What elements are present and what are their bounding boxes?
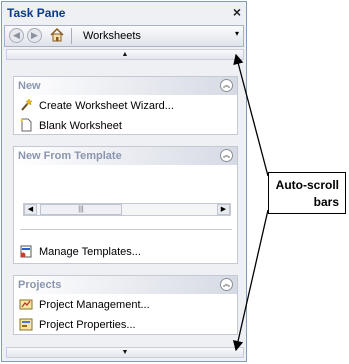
template-horizontal-scrollbar[interactable]: ◀ ||| ▶: [23, 203, 231, 216]
section-title: Projects: [18, 279, 62, 291]
task-pane: Task Pane × ◀ ▶ Worksheets ▾ ▲ New ︽ Cre…: [1, 1, 247, 362]
section-header[interactable]: New ︽: [14, 77, 237, 95]
section-header[interactable]: Projects ︽: [14, 276, 237, 294]
collapse-chevron-icon[interactable]: ︽: [220, 278, 233, 291]
section-new-from-template: New From Template ︽ ◀ ||| ▶ Manage Templ…: [13, 146, 238, 264]
section-new: New ︽ Create Worksheet Wizard... Blank W…: [13, 76, 238, 135]
item-label: Manage Templates...: [39, 246, 141, 258]
task-pane-navbar: ◀ ▶ Worksheets ▾: [4, 25, 244, 47]
section-projects: Projects ︽ Project Management... Project…: [13, 275, 238, 335]
task-pane-title: Task Pane: [7, 6, 66, 20]
scroll-left-icon[interactable]: ◀: [24, 204, 37, 215]
item-label: Project Properties...: [39, 319, 136, 331]
home-icon[interactable]: [49, 27, 65, 43]
nav-separator: [71, 28, 72, 44]
blank-document-icon: [19, 118, 33, 132]
wizard-wand-icon: [19, 98, 33, 112]
section-header[interactable]: New From Template ︽: [14, 147, 237, 165]
collapse-chevron-icon[interactable]: ︽: [220, 79, 233, 92]
auto-scroll-up-bar[interactable]: ▲: [6, 49, 244, 60]
callout-line-1: Auto-scroll: [275, 178, 339, 192]
forward-arrow-icon[interactable]: ▶: [27, 28, 42, 43]
task-pane-view-selector[interactable]: Worksheets: [83, 30, 141, 42]
item-label: Project Management...: [39, 299, 150, 311]
manage-templates-icon: [19, 244, 33, 258]
scroll-right-icon[interactable]: ▶: [217, 204, 230, 215]
item-label: Blank Worksheet: [39, 120, 122, 132]
chevron-down-icon[interactable]: ▾: [235, 29, 239, 38]
section-divider: [20, 229, 232, 230]
project-management-icon: [19, 297, 33, 311]
auto-scroll-callout: Auto-scroll bars: [268, 172, 346, 214]
back-arrow-icon[interactable]: ◀: [9, 28, 24, 43]
collapse-chevron-icon[interactable]: ︽: [220, 149, 233, 162]
close-icon[interactable]: ×: [233, 4, 241, 20]
scrollbar-thumb[interactable]: |||: [40, 204, 122, 215]
auto-scroll-down-bar[interactable]: ▼: [6, 347, 244, 358]
callout-line-2: bars: [313, 195, 339, 209]
task-pane-header: Task Pane ×: [2, 2, 246, 24]
section-title: New: [18, 80, 41, 92]
item-label: Create Worksheet Wizard...: [39, 100, 174, 112]
project-properties-icon: [19, 317, 33, 331]
section-title: New From Template: [18, 150, 122, 162]
